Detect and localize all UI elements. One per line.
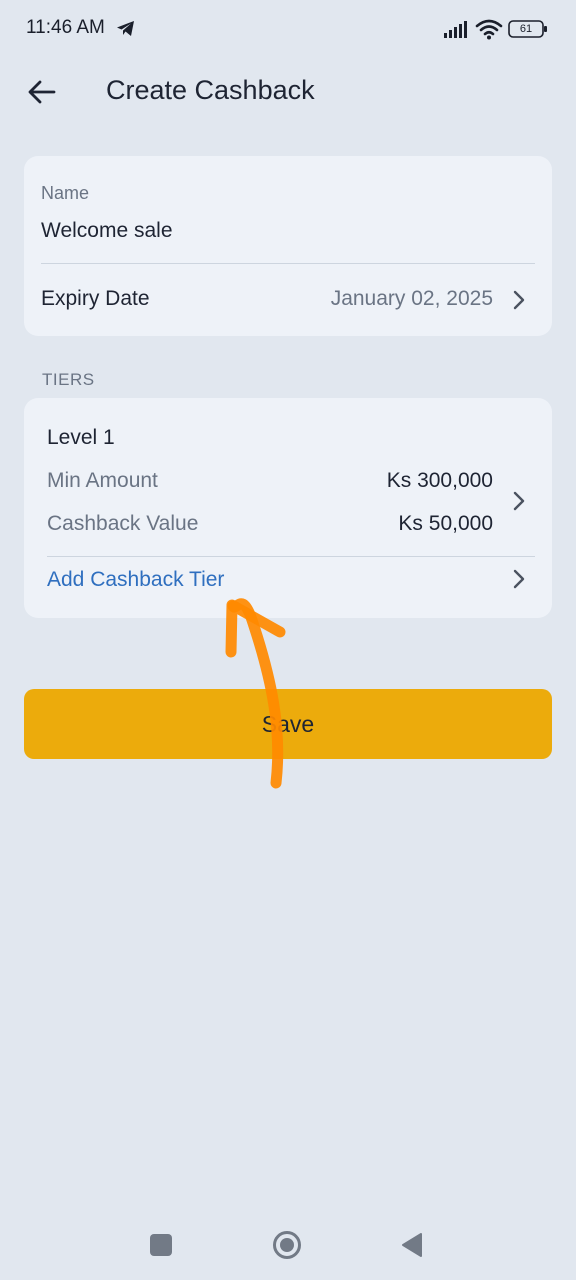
name-label: Name: [41, 183, 90, 203]
add-cashback-tier-label: Add Cashback Tier: [47, 568, 225, 591]
save-button[interactable]: Save: [24, 689, 552, 759]
min-amount-label: Min Amount: [47, 469, 158, 492]
chevron-right-icon: [513, 290, 525, 310]
nav-recents-icon[interactable]: [150, 1234, 172, 1256]
tier-level: Level 1: [47, 426, 115, 449]
nav-back-icon[interactable]: [401, 1232, 423, 1258]
status-time: 11:46 AM: [26, 17, 105, 38]
battery-level: 61: [519, 23, 533, 35]
tiers-section-label: TIERS: [42, 370, 95, 389]
wifi-icon: [475, 19, 503, 40]
nav-home-icon[interactable]: [272, 1230, 302, 1260]
back-arrow-icon: [28, 80, 56, 104]
tiers-card: Level 1 Min Amount Ks 300,000 Cashback V…: [24, 398, 552, 618]
telegram-icon: [117, 21, 134, 36]
expiry-date-label: Expiry Date: [41, 287, 150, 310]
chevron-right-icon: [513, 491, 525, 511]
page-title: Create Cashback: [106, 75, 315, 105]
expiry-date-row[interactable]: Expiry Date January 02, 2025: [24, 264, 552, 336]
cashback-value-label: Cashback Value: [47, 512, 199, 535]
chevron-right-icon: [513, 569, 525, 589]
details-card: Name Welcome sale Expiry Date January 02…: [24, 156, 552, 336]
back-button[interactable]: [22, 72, 62, 112]
cashback-value: Ks 50,000: [398, 512, 493, 535]
expiry-date-value: January 02, 2025: [330, 287, 493, 310]
name-field[interactable]: Welcome sale: [41, 219, 173, 243]
min-amount-value: Ks 300,000: [386, 469, 493, 492]
add-cashback-tier-button[interactable]: Add Cashback Tier: [24, 557, 552, 618]
tier-row[interactable]: Level 1 Min Amount Ks 300,000 Cashback V…: [24, 398, 552, 556]
signal-icon: [444, 21, 467, 38]
battery-icon: 61: [508, 20, 548, 38]
status-bar: 11:46 AM 61: [0, 0, 576, 58]
